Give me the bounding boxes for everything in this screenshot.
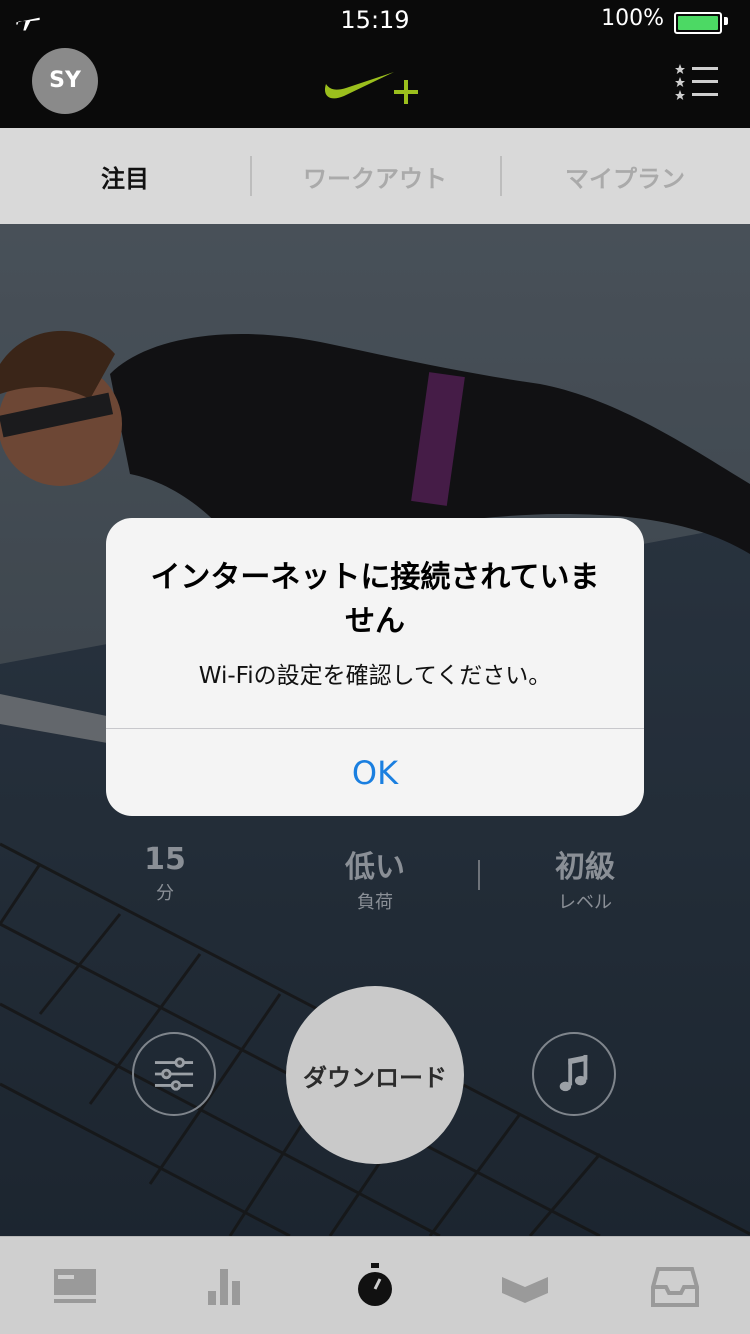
- tab-my-plan[interactable]: マイプラン: [500, 128, 750, 224]
- stat-duration-unit: 分: [156, 883, 174, 904]
- stat-intensity-value: 低い: [345, 850, 405, 885]
- tab-featured[interactable]: 注目: [0, 128, 250, 224]
- stat-level: 初級 レベル: [495, 842, 675, 914]
- activity-chart-icon[interactable]: [200, 1261, 250, 1311]
- inbox-icon[interactable]: [650, 1261, 700, 1311]
- stat-level-value: 初級: [555, 850, 615, 885]
- stat-divider: [478, 860, 480, 890]
- sliders-icon: [154, 1057, 194, 1091]
- workout-stats: 15 分 低い 負荷 初級 レベル: [0, 842, 750, 922]
- workout-settings-button[interactable]: [132, 1032, 216, 1116]
- download-button[interactable]: ダウンロード: [286, 986, 464, 1164]
- bottom-tab-bar: [0, 1236, 750, 1334]
- music-button[interactable]: [532, 1032, 616, 1116]
- alert-ok-button[interactable]: OK: [106, 729, 644, 816]
- feed-icon[interactable]: [50, 1261, 100, 1311]
- music-note-icon: [559, 1054, 588, 1092]
- battery-icon: [674, 12, 722, 34]
- nike-plus-logo: [324, 72, 418, 104]
- battery-percentage: 100%: [601, 6, 664, 31]
- stat-duration-value: 15: [144, 842, 186, 877]
- top-tabs: 注目 ワークアウト マイプラン: [0, 128, 750, 224]
- favorites-list-icon[interactable]: [674, 62, 720, 102]
- tab-workouts[interactable]: ワークアウト: [250, 128, 500, 224]
- alert-title: インターネットに接続されていません: [150, 560, 600, 639]
- stat-level-unit: レベル: [558, 892, 612, 913]
- plan-book-icon[interactable]: [500, 1261, 550, 1311]
- stopwatch-icon[interactable]: [350, 1261, 400, 1311]
- stat-duration: 15 分: [75, 842, 255, 905]
- no-connection-alert: インターネットに接続されていません Wi-Fiの設定を確認してください。 OK: [106, 518, 644, 816]
- stat-intensity-unit: 負荷: [357, 892, 393, 913]
- app-header: SY: [0, 40, 750, 128]
- stat-intensity: 低い 負荷: [285, 842, 465, 914]
- status-bar: 15:19 100%: [0, 0, 750, 40]
- alert-message: Wi-Fiの設定を確認してください。: [198, 663, 552, 689]
- profile-avatar[interactable]: SY: [32, 48, 98, 114]
- app-screen: 15:19 100% SY 注目 ワークアウト マイプラン 15 分 低い 負荷…: [0, 0, 750, 1334]
